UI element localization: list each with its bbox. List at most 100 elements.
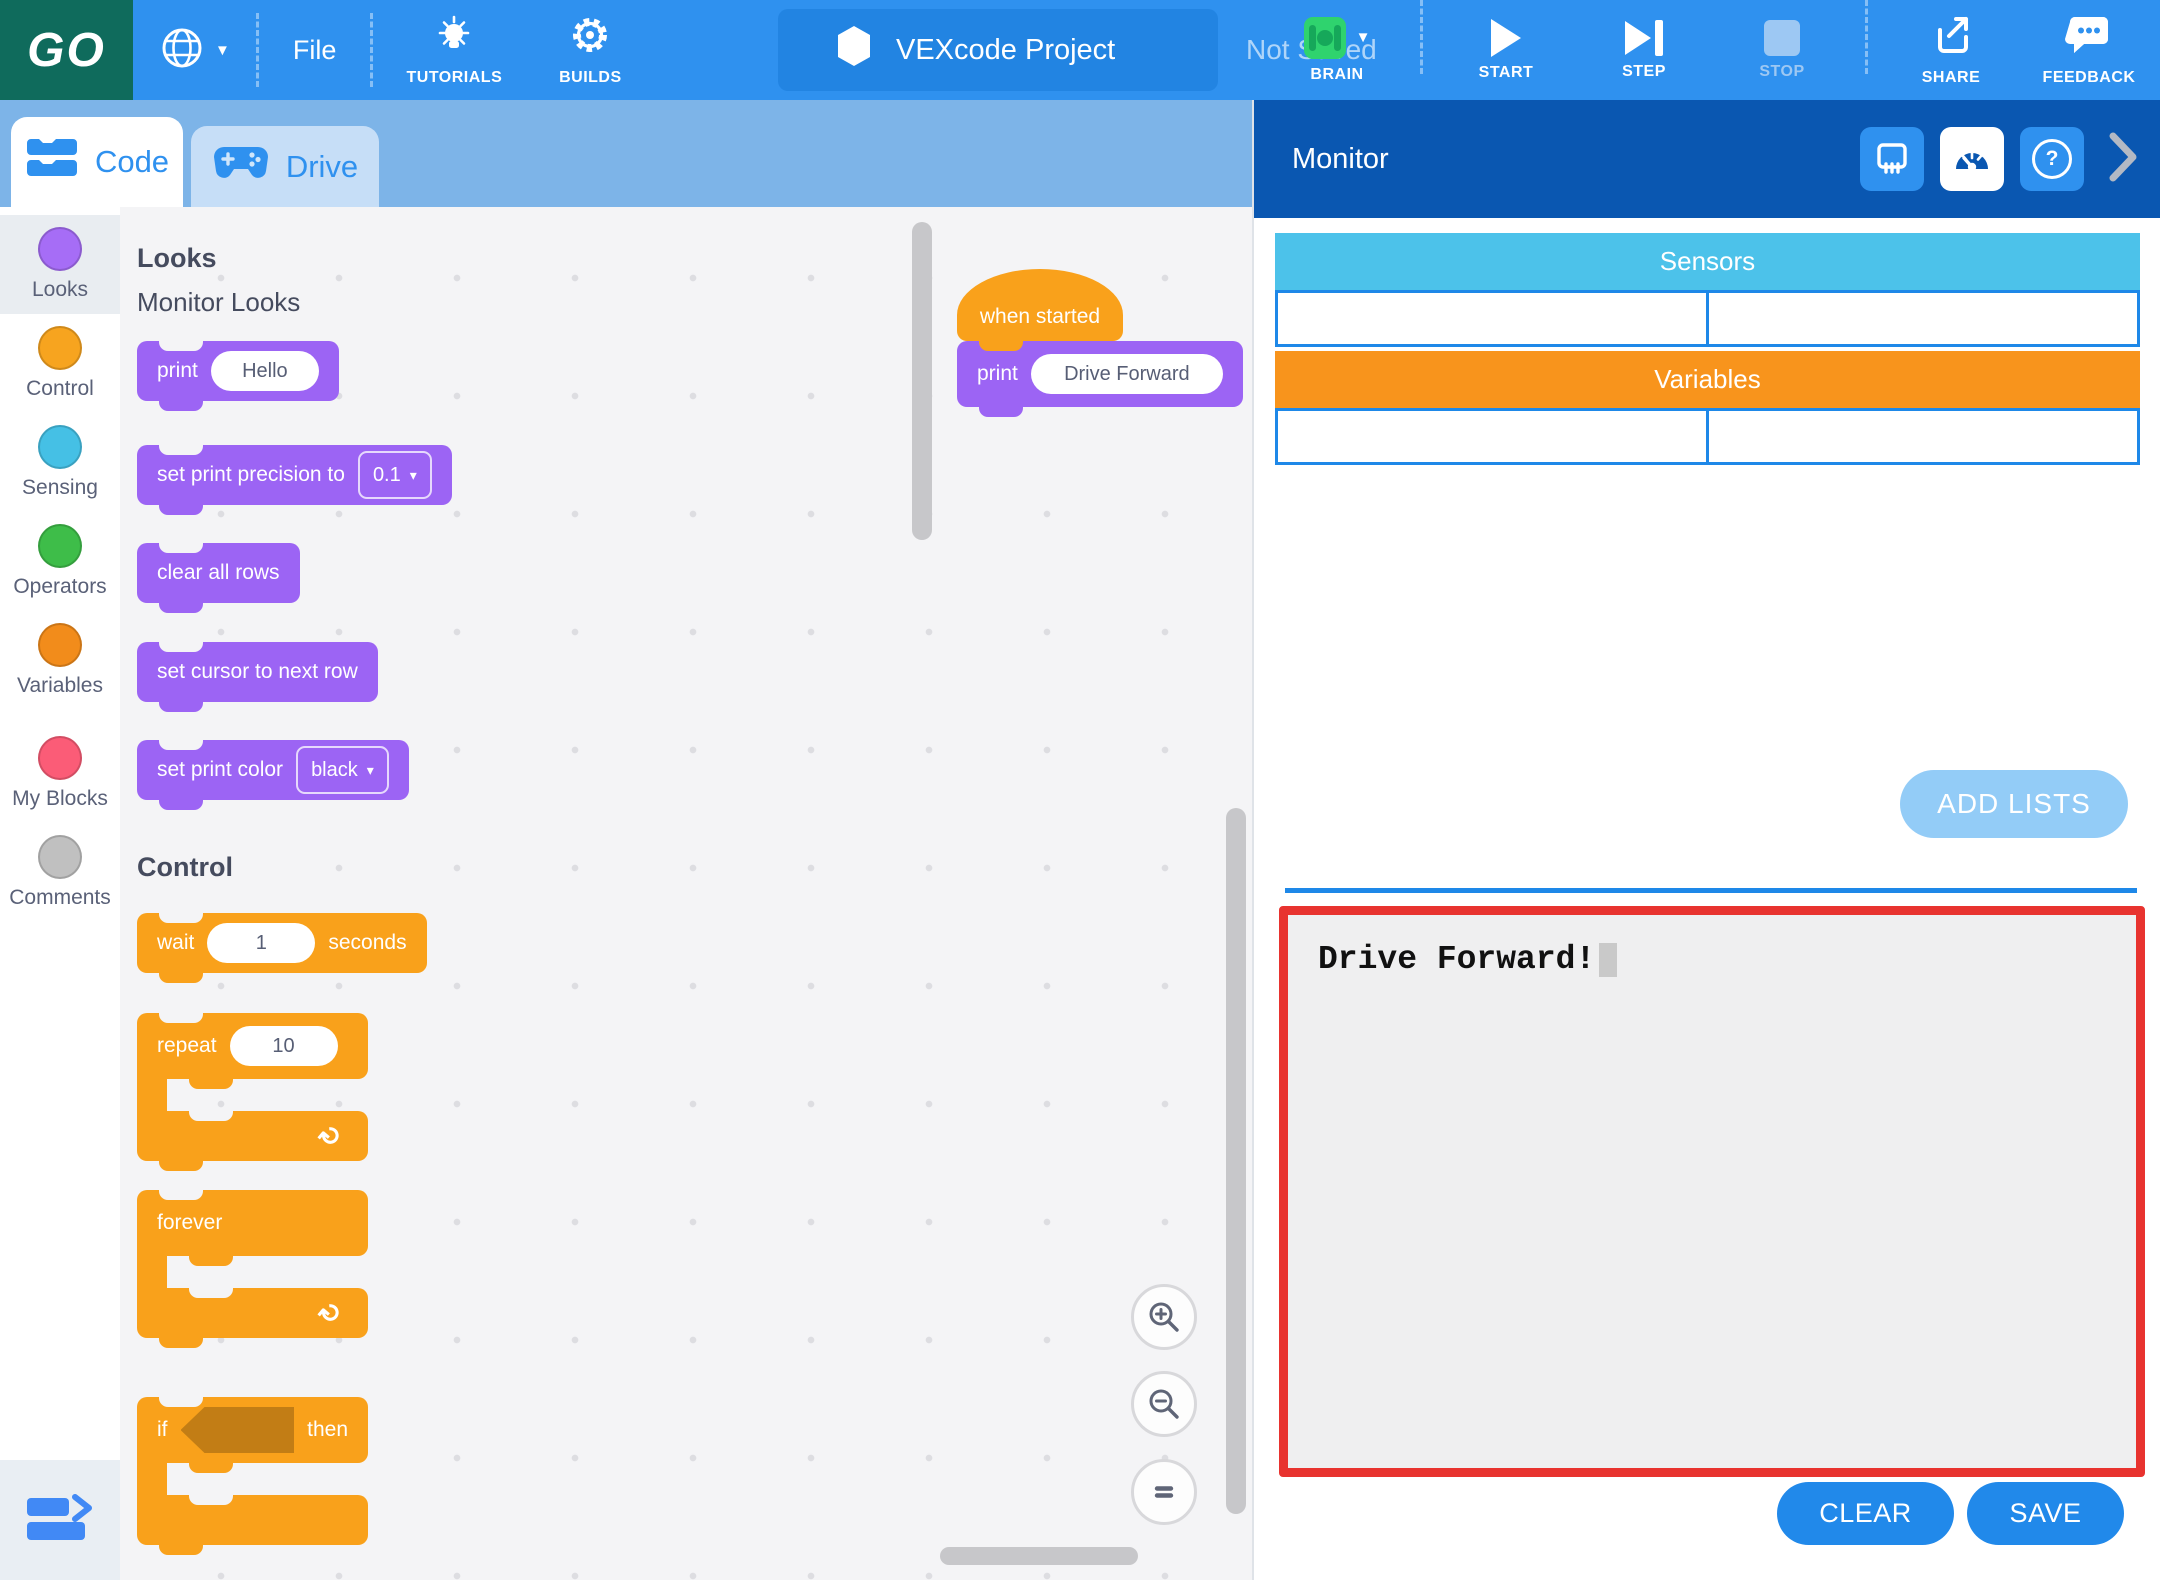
gamepad-icon: [212, 143, 270, 191]
monitor-panel: Monitor ? Sensors: [1252, 100, 2160, 1580]
palette-expand-button[interactable]: [0, 1460, 120, 1580]
print-color-dropdown[interactable]: black ▾: [296, 746, 389, 794]
step-button[interactable]: STEP: [1589, 0, 1699, 100]
zoom-in-icon: [1144, 1297, 1184, 1337]
clear-all-rows-block[interactable]: clear all rows: [137, 543, 300, 603]
share-button[interactable]: SHARE: [1896, 0, 2006, 100]
sidebar-item-operators[interactable]: Operators: [0, 512, 120, 611]
tutorials-button[interactable]: TUTORIALS: [399, 0, 509, 100]
variables-table-row: [1275, 408, 2140, 465]
lightbulb-icon: [435, 13, 473, 62]
variables-cell: [1706, 411, 2137, 462]
sidebar-item-variables[interactable]: Variables: [0, 611, 120, 710]
workspace-horizontal-scrollbar[interactable]: [940, 1547, 1138, 1565]
palette-section-looks: Looks: [137, 243, 217, 274]
set-print-precision-block[interactable]: set print precision to 0.1 ▾: [137, 445, 452, 505]
if-then-block[interactable]: if then: [137, 1397, 368, 1545]
expand-blocks-icon: [27, 1496, 93, 1544]
console-divider: [1285, 888, 2137, 893]
gauge-icon: [1951, 139, 1993, 179]
topbar: GO ▼ File TUTORIALS BUILDS: [0, 0, 2160, 100]
console-cursor: [1599, 943, 1617, 977]
start-button[interactable]: START: [1451, 0, 1561, 100]
repeat-block[interactable]: repeat 10 ↻: [137, 1013, 368, 1161]
chevron-down-icon: ▾: [410, 467, 417, 484]
zoom-reset-button[interactable]: [1131, 1459, 1197, 1525]
play-icon: [1491, 19, 1521, 57]
monitor-title: Monitor: [1292, 143, 1389, 176]
brain-device-icon: [1872, 139, 1912, 179]
precision-dropdown[interactable]: 0.1 ▾: [358, 451, 432, 499]
forever-block[interactable]: forever ↻: [137, 1190, 368, 1338]
code-blocks-icon: [25, 136, 79, 188]
sidebar-item-sensing[interactable]: Sensing: [0, 413, 120, 512]
print-value-input[interactable]: Hello: [211, 351, 319, 391]
divider: [1865, 0, 1868, 74]
tab-strip: Code Drive: [0, 100, 1252, 207]
sidebar-item-my-blocks[interactable]: My Blocks: [0, 724, 120, 823]
brain-selector[interactable]: ▼ BRAIN: [1282, 0, 1392, 100]
sidebar-item-looks[interactable]: Looks: [0, 215, 120, 314]
divider: [256, 13, 259, 87]
project-title: VEXcode Project: [896, 34, 1115, 67]
comments-category-dot: [38, 835, 82, 879]
coding-canvas: Looks Monitor Looks print Hello set prin…: [120, 207, 1252, 1580]
zoom-in-button[interactable]: [1131, 1284, 1197, 1350]
set-print-color-block[interactable]: set print color black ▾: [137, 740, 409, 800]
clear-button[interactable]: CLEAR: [1777, 1482, 1954, 1545]
go-logo: GO: [0, 0, 133, 100]
tab-drive[interactable]: Drive: [191, 126, 379, 207]
set-cursor-next-row-block[interactable]: set cursor to next row: [137, 642, 378, 702]
sensors-table-header: Sensors: [1275, 233, 2140, 290]
sidebar-item-comments[interactable]: Comments: [0, 823, 120, 922]
variables-category-dot: [38, 623, 82, 667]
condition-slot[interactable]: [181, 1407, 295, 1453]
brain-icon: [1304, 17, 1346, 59]
share-icon: [1928, 13, 1974, 62]
collapse-panel-chevron[interactable]: [2108, 131, 2138, 188]
wait-block[interactable]: wait 1 seconds: [137, 913, 427, 973]
add-lists-button[interactable]: ADD LISTS: [1900, 770, 2128, 838]
project-title-chip[interactable]: VEXcode Project: [778, 9, 1218, 91]
operators-category-dot: [38, 524, 82, 568]
feedback-bubble-icon: [2065, 13, 2113, 62]
monitor-tables: Sensors Variables: [1275, 233, 2140, 465]
workspace-print-value[interactable]: Drive Forward: [1031, 354, 1223, 394]
tab-code[interactable]: Code: [11, 117, 183, 207]
control-category-dot: [38, 326, 82, 370]
looks-category-dot: [38, 227, 82, 271]
repeat-count-input[interactable]: 10: [230, 1026, 338, 1066]
workspace-vertical-scrollbar[interactable]: [1226, 808, 1246, 1514]
vexcode-app: GO ▼ File TUTORIALS BUILDS: [0, 0, 2160, 1580]
console-output-text: Drive Forward!: [1318, 941, 1595, 978]
feedback-button[interactable]: FEEDBACK: [2034, 0, 2144, 100]
sensors-cell: [1706, 293, 2137, 344]
palette-scrollbar[interactable]: [912, 222, 932, 540]
palette-section-control: Control: [137, 852, 233, 883]
chevron-down-icon: ▼: [215, 42, 230, 59]
save-button[interactable]: SAVE: [1967, 1482, 2124, 1545]
gear-icon: [568, 13, 612, 62]
print-block[interactable]: print Hello: [137, 341, 339, 401]
zoom-out-button[interactable]: [1131, 1371, 1197, 1437]
stop-icon: [1764, 20, 1800, 56]
monitor-header: Monitor ?: [1254, 100, 2160, 218]
wait-value-input[interactable]: 1: [207, 923, 315, 963]
sidebar-item-control[interactable]: Control: [0, 314, 120, 413]
palette-subsection-monitor-looks: Monitor Looks: [137, 287, 300, 318]
divider: [370, 13, 373, 87]
my-blocks-category-dot: [38, 736, 82, 780]
stop-button[interactable]: STOP: [1727, 0, 1837, 100]
brain-view-button[interactable]: [1860, 127, 1924, 191]
help-button[interactable]: ?: [2020, 127, 2084, 191]
language-selector[interactable]: ▼: [159, 25, 230, 76]
when-started-block[interactable]: when started: [957, 269, 1123, 341]
variables-table-header: Variables: [1275, 351, 2140, 408]
chevron-down-icon: ▼: [1356, 29, 1371, 46]
monitor-view-button[interactable]: [1940, 127, 2004, 191]
category-sidebar: Looks Control Sensing Operators Variable…: [0, 207, 120, 1580]
builds-button[interactable]: BUILDS: [535, 0, 645, 100]
file-menu[interactable]: File: [285, 35, 345, 66]
sensors-cell: [1278, 293, 1706, 344]
chevron-down-icon: ▾: [367, 762, 374, 779]
